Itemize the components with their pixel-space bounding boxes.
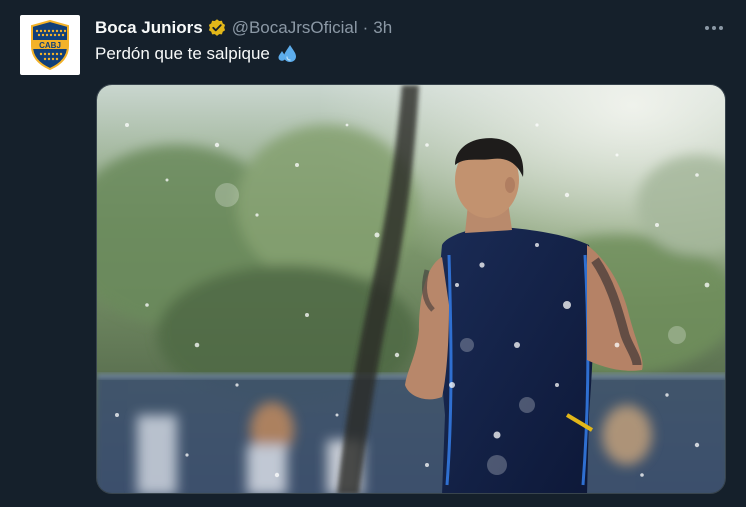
photo-player-in-rain: [97, 85, 725, 493]
tweet-media-photo[interactable]: [96, 84, 726, 494]
sweat-droplets-emoji: [276, 43, 298, 65]
verified-badge-icon: [207, 18, 227, 38]
user-handle[interactable]: @BocaJrsOficial: [232, 18, 358, 38]
tweet-text-content: Perdón que te salpique: [95, 44, 270, 63]
boca-juniors-crest-icon: CABJ: [31, 20, 69, 70]
timestamp[interactable]: 3h: [373, 18, 392, 38]
more-options-icon: [705, 26, 723, 30]
avatar[interactable]: CABJ: [20, 15, 80, 75]
display-name[interactable]: Boca Juniors: [95, 18, 203, 38]
crest-text: CABJ: [39, 41, 61, 50]
tweet-card[interactable]: CABJ Boca Juniors @BocaJrsOficial · 3h P…: [0, 0, 746, 507]
tweet-header: Boca Juniors @BocaJrsOficial · 3h: [95, 16, 392, 40]
separator-dot: ·: [362, 18, 369, 37]
more-options-button[interactable]: [704, 18, 724, 38]
tweet-text: Perdón que te salpique: [95, 43, 298, 65]
